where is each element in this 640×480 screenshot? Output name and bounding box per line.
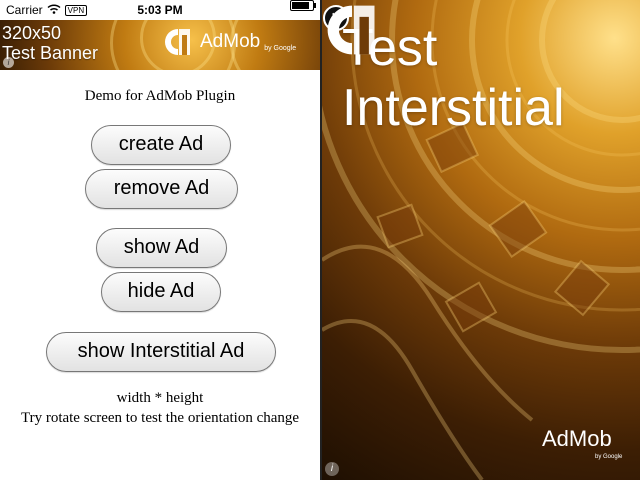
admob-mark-icon bbox=[327, 5, 375, 55]
remove-ad-button[interactable]: remove Ad bbox=[85, 169, 238, 209]
interstitial-title-line2: Interstitial bbox=[342, 79, 565, 137]
page-title: Demo for AdMob Plugin bbox=[84, 88, 236, 104]
hide-ad-button[interactable]: hide Ad bbox=[101, 272, 221, 312]
interstitial-by-google: by Google bbox=[595, 454, 623, 460]
show-ad-button[interactable]: show Ad bbox=[96, 228, 227, 268]
status-time: 5:03 PM bbox=[137, 3, 183, 17]
banner-by-google: by Google bbox=[264, 44, 297, 52]
banner-line1: 320x50 bbox=[2, 23, 62, 43]
admob-logo: AdMob by Google bbox=[162, 26, 296, 58]
battery-icon bbox=[290, 0, 316, 11]
banner-brand: AdMob bbox=[200, 31, 261, 52]
banner-ad[interactable]: 320x50 Test Banner AdMob by Google i bbox=[0, 20, 320, 70]
status-right bbox=[290, 0, 316, 11]
show-interstitial-button[interactable]: show Interstitial Ad bbox=[46, 332, 276, 372]
interstitial-ad[interactable]: Test Interstitial × AdMob by Google i bbox=[322, 0, 640, 480]
banner-info-icon[interactable]: i bbox=[3, 57, 14, 68]
banner-line2: Test Banner bbox=[2, 43, 99, 63]
admob-mark-icon bbox=[165, 29, 190, 55]
status-bar: Carrier VPN 5:03 PM bbox=[0, 0, 320, 20]
create-ad-button[interactable]: create Ad bbox=[91, 125, 231, 165]
caption-rotate: Try rotate screen to test the orientatio… bbox=[20, 410, 300, 426]
banner-text: 320x50 Test Banner bbox=[2, 23, 98, 63]
phone-screen: Carrier VPN 5:03 PM 320x50 Test Banner A… bbox=[0, 0, 320, 480]
caption-size: width * height bbox=[116, 390, 204, 406]
interstitial-info-icon[interactable]: i bbox=[325, 462, 339, 476]
interstitial-brand: AdMob bbox=[542, 426, 612, 451]
